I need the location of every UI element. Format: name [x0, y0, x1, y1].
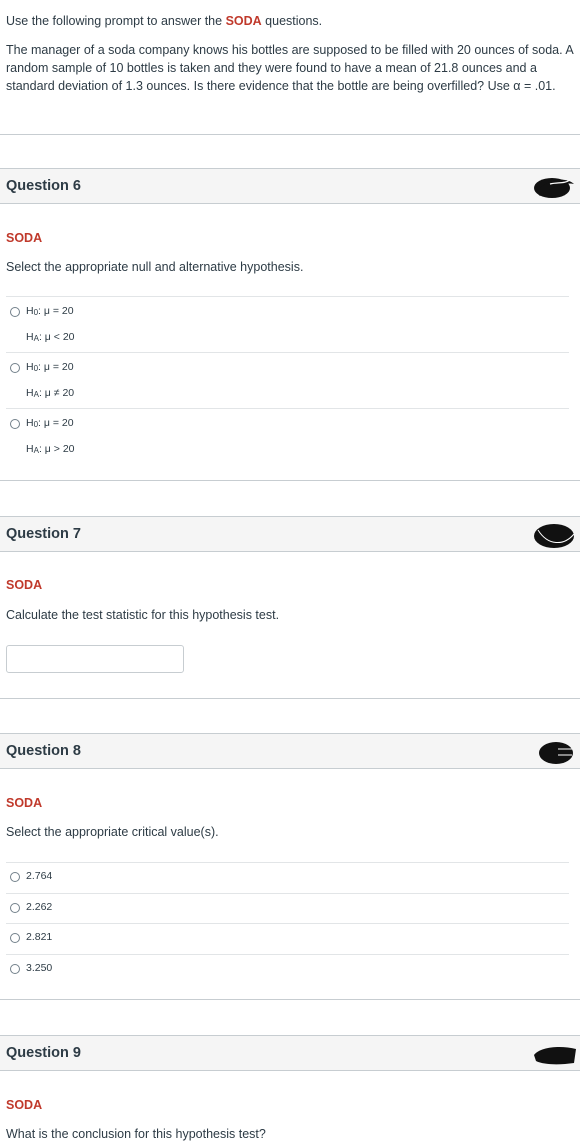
question-8-header: Question 8 [0, 733, 580, 769]
question-tag: SODA [6, 1098, 43, 1112]
answer-option[interactable]: H0: μ = 20 HA: μ ≠ 20 [6, 352, 569, 408]
divider [0, 999, 580, 1000]
answer-list: 2.764 2.262 2.821 3.250 [6, 862, 569, 984]
question-text: Select the appropriate critical value(s)… [6, 825, 219, 839]
divider [0, 698, 580, 699]
question-7-header: Question 7 [0, 516, 580, 552]
question-title: Question 6 [6, 178, 81, 194]
soda-highlight: SODA [225, 14, 262, 28]
question-title: Question 9 [6, 1045, 81, 1061]
redaction-scribble-icon [534, 178, 574, 198]
question-text: Calculate the test statistic for this hy… [6, 608, 280, 622]
prompt-text: The manager of a soda company knows his … [6, 43, 574, 93]
answer-list: H0: μ = 20 HA: μ < 20 H0: μ = 20 HA: μ ≠… [6, 296, 569, 464]
question-tag: SODA [6, 796, 43, 810]
question-9-header: Question 9 [0, 1035, 580, 1071]
radio-button[interactable] [10, 363, 20, 373]
answer-option[interactable]: 3.250 [6, 953, 569, 985]
redaction-scribble-icon [539, 742, 573, 764]
radio-button[interactable] [10, 963, 20, 974]
intro-line: Use the following prompt to answer the S… [6, 14, 323, 28]
question-tag: SODA [6, 578, 43, 592]
question-6-header: Question 6 [0, 168, 580, 204]
question-text: What is the conclusion for this hypothes… [6, 1127, 266, 1141]
redaction-scribble-icon [534, 524, 575, 548]
answer-option[interactable]: H0: μ = 20 HA: μ > 20 [6, 408, 569, 464]
radio-button[interactable] [10, 307, 20, 317]
question-text: Select the appropriate null and alternat… [6, 260, 304, 274]
divider [0, 480, 580, 481]
test-statistic-input[interactable] [6, 645, 184, 673]
answer-option[interactable]: 2.764 [6, 862, 569, 893]
divider [0, 134, 580, 135]
radio-button[interactable] [10, 872, 20, 882]
answer-option[interactable]: H0: μ = 20 HA: μ < 20 [6, 296, 569, 352]
radio-button[interactable] [10, 902, 20, 913]
answer-option[interactable]: 2.262 [6, 892, 569, 924]
radio-button[interactable] [10, 933, 20, 943]
question-title: Question 7 [6, 526, 81, 542]
answer-option[interactable]: 2.821 [6, 923, 569, 954]
question-tag: SODA [6, 231, 43, 245]
intro-prompt: Use the following prompt to answer the S… [6, 12, 576, 95]
redaction-scribble-icon [534, 1047, 576, 1065]
question-title: Question 8 [6, 743, 81, 759]
radio-button[interactable] [10, 419, 20, 429]
